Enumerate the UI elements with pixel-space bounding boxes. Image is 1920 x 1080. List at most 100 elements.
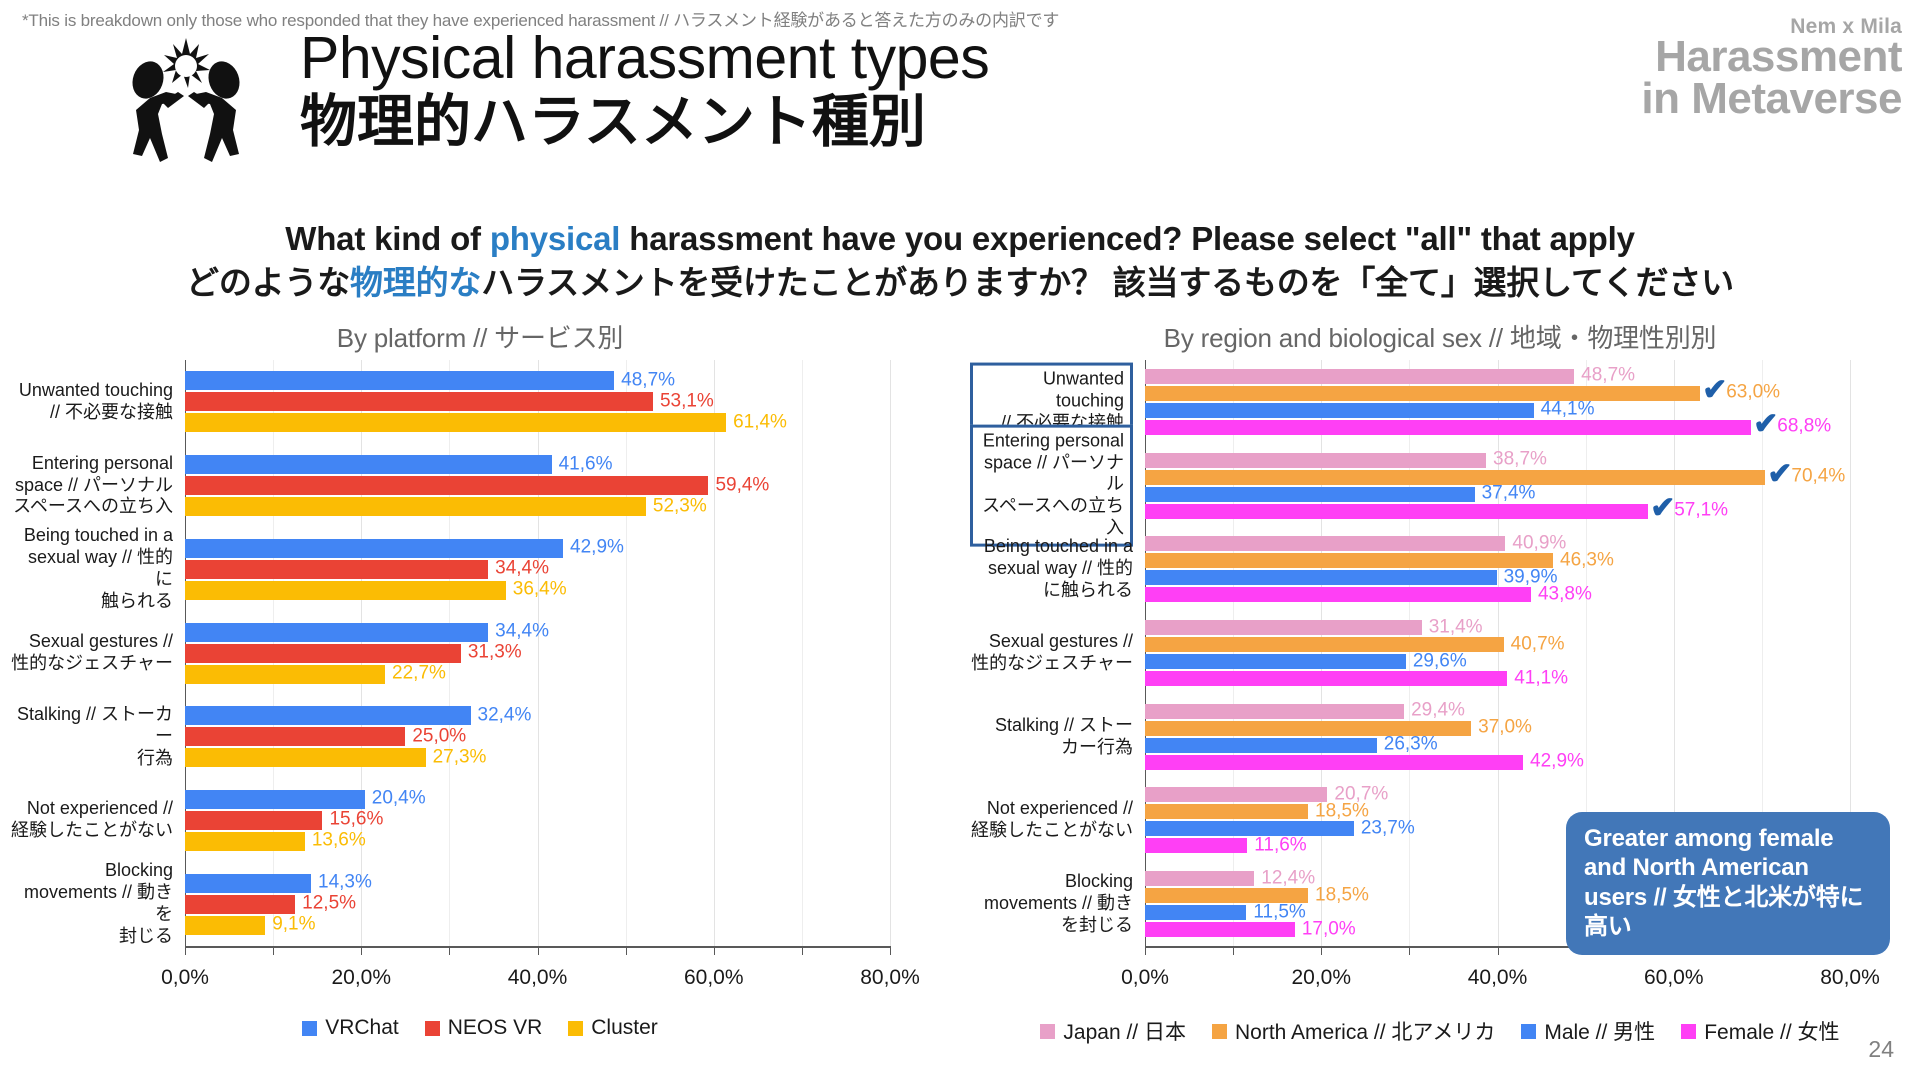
legend-item[interactable]: Female // 女性 bbox=[1681, 1016, 1840, 1046]
legend-swatch bbox=[424, 1020, 440, 1036]
bar-group: Stalking // ストーカー 行為 32,4% 25,0% 27,3% bbox=[10, 704, 950, 768]
checkmark-icon: ✔ bbox=[1650, 491, 1676, 525]
bar-vrchat bbox=[185, 873, 312, 893]
legend-label: NEOS VR bbox=[447, 1016, 543, 1039]
legend-swatch bbox=[1521, 1023, 1537, 1039]
bar-value-label: 44,1% bbox=[1540, 398, 1595, 420]
chart-panel-by-platform: By platform // サービス別 Unwanted touching /… bbox=[10, 318, 950, 1002]
bar-row: ✔ 63,0% bbox=[970, 375, 1910, 405]
bar-northamerica bbox=[1145, 804, 1309, 820]
bar-value-label: 40,9% bbox=[1512, 532, 1567, 554]
bar-row: 39,9% bbox=[970, 566, 1910, 587]
bar-group: Not experienced // 経験したことがない 20,4% 15,6% 13… bbox=[10, 788, 950, 851]
bar-value-label: 37,4% bbox=[1481, 482, 1536, 504]
bar-row: 34,4% bbox=[10, 558, 950, 579]
q-ja-after: ハラスメントを受けたことがありますか？ 該当するものを「全て」選択してください bbox=[481, 263, 1734, 301]
x-tick-label: 80,0% bbox=[1820, 966, 1880, 989]
legend-swatch bbox=[568, 1020, 584, 1036]
bar-male bbox=[1145, 486, 1475, 502]
title-english: Physical harassment types bbox=[300, 25, 990, 91]
legend-label: Japan // 日本 bbox=[1063, 1021, 1186, 1044]
bar-value-label: 40,7% bbox=[1510, 633, 1565, 655]
x-tick-label: 40,0% bbox=[1467, 966, 1528, 989]
legend-label: VRChat bbox=[325, 1016, 399, 1039]
bar-row: 20,7% bbox=[970, 783, 1910, 804]
bar-value-label: 27,3% bbox=[432, 746, 487, 768]
bar-female bbox=[1145, 587, 1531, 603]
bar-row: 31,3% bbox=[10, 641, 950, 663]
legend-label: Female // 女性 bbox=[1704, 1021, 1840, 1044]
legend-item[interactable]: North America // 北アメリカ bbox=[1211, 1016, 1495, 1046]
bar-group: Blocking movements // 動きを 封じる 14,3% 12,5% 9… bbox=[10, 860, 950, 946]
legend-item[interactable]: NEOS VR bbox=[424, 1016, 543, 1040]
legend-item[interactable]: Male // 男性 bbox=[1521, 1016, 1655, 1046]
x-tick bbox=[625, 946, 627, 955]
bar-value-label: 26,3% bbox=[1383, 733, 1438, 755]
bar-value-label: 43,8% bbox=[1537, 583, 1592, 605]
bar-group: Being touched in a sexual way // 性的 に触られ… bbox=[970, 532, 1910, 604]
bar-value-label: 63,0% bbox=[1726, 381, 1781, 403]
chart-title-left: By platform // サービス別 bbox=[336, 323, 624, 353]
bar-japan bbox=[1145, 620, 1422, 635]
bar-value-label: 48,7% bbox=[1581, 364, 1636, 386]
x-tick-label: 20,0% bbox=[331, 966, 392, 989]
bar-neosvr bbox=[185, 894, 296, 914]
brand-logo: Nem x Mila Harassment in Metaverse bbox=[1641, 16, 1902, 120]
bar-value-label: 48,7% bbox=[621, 369, 676, 391]
chart-title-right: By region and biological sex // 地域・物理性別別 bbox=[1163, 323, 1717, 353]
legend-item[interactable]: Japan // 日本 bbox=[1040, 1016, 1186, 1046]
legend-label: Cluster bbox=[591, 1016, 658, 1039]
bar-neosvr bbox=[185, 559, 489, 579]
bar-cluster bbox=[185, 497, 646, 517]
legend-right: Japan // 日本 North America // 北アメリカ Male //… bbox=[970, 1016, 1910, 1046]
bar-row: ✔ 57,1% bbox=[970, 493, 1910, 523]
bar-row: 25,0% bbox=[10, 725, 950, 746]
physical-harassment-icon bbox=[132, 38, 240, 162]
q-en-highlight: physical bbox=[489, 220, 621, 257]
question-block: What kind of physical harassment have yo… bbox=[0, 218, 1920, 303]
bar-male bbox=[1145, 402, 1534, 418]
question-japanese: どのような物理的なハラスメントを受けたことがありますか？ 該当するものを「全て」… bbox=[0, 262, 1920, 304]
bar-value-label: 59,4% bbox=[715, 474, 770, 496]
legend-item[interactable]: VRChat bbox=[302, 1016, 399, 1040]
bar-female bbox=[1145, 922, 1295, 938]
x-tick-label: 20,0% bbox=[1291, 966, 1352, 989]
bar-value-label: 42,9% bbox=[1530, 750, 1584, 772]
bar-neosvr bbox=[185, 476, 709, 496]
bar-male bbox=[1145, 905, 1247, 921]
bar-value-label: 31,4% bbox=[1428, 616, 1483, 638]
x-tick bbox=[1409, 946, 1411, 955]
category-label: Entering personal space // パーソナル スペースへの立… bbox=[970, 424, 1133, 547]
bar-row: 37,0% bbox=[970, 717, 1910, 738]
legend-item[interactable]: Cluster bbox=[568, 1016, 658, 1040]
bar-row: 42,9% bbox=[970, 751, 1910, 772]
bar-row: 52,3% bbox=[10, 495, 950, 517]
bar-vrchat bbox=[185, 706, 471, 726]
bar-vrchat bbox=[185, 622, 489, 642]
x-tick bbox=[537, 946, 539, 955]
bar-value-label: 31,3% bbox=[467, 641, 522, 663]
bar-value-label: 15,6% bbox=[329, 808, 384, 830]
x-tick bbox=[361, 946, 363, 955]
legend-swatch bbox=[302, 1020, 318, 1036]
bar-japan bbox=[1145, 871, 1255, 887]
bar-vrchat bbox=[185, 371, 615, 391]
bar-row: 22,7% bbox=[10, 663, 950, 684]
bar-cluster bbox=[185, 413, 727, 433]
bar-row: 29,6% bbox=[970, 650, 1910, 671]
bar-female bbox=[1145, 671, 1508, 686]
bar-cluster bbox=[185, 664, 386, 684]
bar-row: 43,8% bbox=[970, 583, 1910, 604]
bar-value-label: 68,8% bbox=[1777, 415, 1832, 437]
bar-vrchat bbox=[185, 789, 365, 809]
bar-neosvr bbox=[185, 643, 461, 663]
bar-value-label: 13,6% bbox=[311, 829, 366, 851]
bar-japan bbox=[1145, 368, 1575, 384]
x-tick-label: 0,0% bbox=[1121, 966, 1169, 989]
page-title: Physical harassment types 物理的ハラスメント種別 bbox=[300, 25, 990, 155]
legend-left: VRChat NEOS VR Cluster bbox=[10, 1016, 950, 1040]
logo-line1: Harassment bbox=[1655, 32, 1902, 81]
bar-value-label: 29,4% bbox=[1411, 699, 1465, 721]
x-tick-label: 60,0% bbox=[1643, 966, 1704, 989]
q-en-after: harassment have you experienced? Please … bbox=[620, 220, 1635, 257]
